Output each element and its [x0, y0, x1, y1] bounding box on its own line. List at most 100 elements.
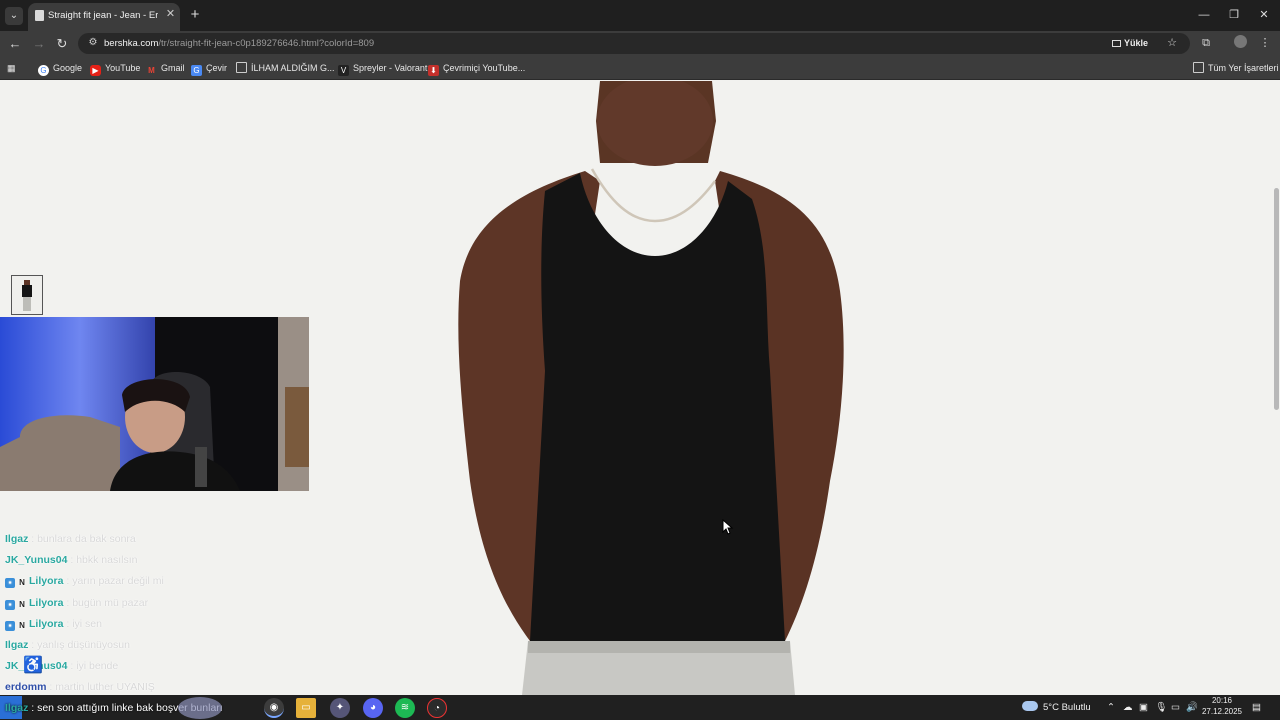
- chat-username: Ilgaz: [5, 702, 29, 714]
- install-icon: [1112, 40, 1121, 47]
- window-close-icon[interactable]: ✕: [1256, 7, 1272, 23]
- bookmark-folder-ilham[interactable]: İLHAM ALDIĞIM G...: [236, 62, 335, 75]
- chat-text: : bunlara da bak sonra: [28, 533, 136, 545]
- chat-message: ▪ N Lilyora : yarın pazar değil mi: [5, 574, 164, 588]
- tab-close-icon[interactable]: ✕: [164, 8, 177, 21]
- notifications-icon[interactable]: ▤: [1252, 700, 1266, 715]
- bookmark-star-icon[interactable]: ☆: [1164, 35, 1180, 51]
- extensions-icon[interactable]: ⧉: [1198, 35, 1214, 51]
- clock-time[interactable]: 20:16: [1200, 696, 1244, 706]
- site-info-icon[interactable]: ⚙: [87, 37, 99, 49]
- app-taskbar-icon[interactable]: ✦: [330, 698, 350, 718]
- network-icon[interactable]: ▭: [1171, 700, 1183, 715]
- accessibility-icon[interactable]: ♿: [23, 656, 43, 676]
- weather-text: 5°C Bulutlu: [1043, 702, 1091, 713]
- volume-icon[interactable]: 🔊: [1186, 700, 1198, 715]
- bookmark-translate[interactable]: G Çevir: [191, 62, 228, 76]
- bookmark-label: YouTube: [105, 63, 141, 73]
- mouse-cursor-icon: [722, 519, 734, 535]
- chat-username: erdomm: [5, 681, 47, 693]
- discord-icon[interactable]: ◕: [363, 698, 383, 718]
- chat-text: : yanlış düşünüyosun: [28, 639, 130, 651]
- product-thumbnail[interactable]: [11, 275, 43, 315]
- chat-message: erdomm : martin luther UYANIŞ: [5, 680, 155, 694]
- n-badge-icon: N: [19, 600, 25, 609]
- clock-date[interactable]: 27.12.2025: [1200, 707, 1244, 717]
- chat-username: JK_Yunus04: [5, 554, 68, 566]
- folder-icon: [1193, 62, 1204, 73]
- weather-widget[interactable]: 5°C Bulutlu: [1022, 700, 1091, 715]
- chat-message: Ilgaz : bunlara da bak sonra: [5, 532, 136, 546]
- bershka-favicon-icon: [35, 10, 44, 21]
- chat-username: Lilyora: [29, 618, 64, 630]
- profile-avatar-icon[interactable]: [1232, 35, 1248, 51]
- chat-username: Ilgaz: [5, 533, 29, 545]
- spotify-icon[interactable]: ≋: [395, 698, 415, 718]
- chat-text: : iyi sen: [63, 618, 102, 630]
- url-text[interactable]: bershka.com/tr/straight-fit-jean-c0p1892…: [104, 38, 804, 50]
- search-pill-icon[interactable]: [178, 697, 222, 719]
- subscriber-badge-icon: ▪: [5, 621, 15, 631]
- page-scrollbar-thumb[interactable]: [1274, 188, 1279, 410]
- chat-message: ▪ N Lilyora : iyi sen: [5, 617, 102, 631]
- tray-chevron-icon[interactable]: ⌃: [1107, 700, 1119, 715]
- forward-icon[interactable]: →: [30, 35, 48, 53]
- minimize-icon[interactable]: —: [1196, 7, 1212, 23]
- tray-device-icon[interactable]: ▣: [1139, 700, 1151, 715]
- bookmark-label: Google: [53, 63, 83, 73]
- bookmark-valorant[interactable]: V Spreyler - Valorant: [338, 62, 428, 76]
- bookmark-label: İLHAM ALDIĞIM G...: [251, 63, 335, 73]
- youtube-icon: ▶: [90, 65, 101, 76]
- chat-message: JK_Yunus04 : hbkk nasılsın: [5, 553, 138, 567]
- all-bookmarks-label: Tüm Yer İşaretleri: [1208, 63, 1279, 73]
- bookmark-label: Gmail: [161, 63, 185, 73]
- url-host: bershka.com: [104, 38, 159, 49]
- chat-message: Ilgaz : yanlış düşünüyosun: [5, 638, 130, 652]
- bookmark-label: Çevir: [206, 63, 228, 73]
- bookmark-icon: ⬇: [428, 65, 439, 76]
- tab-search-icon[interactable]: ⌄: [5, 7, 23, 25]
- install-label: Yükle: [1124, 38, 1149, 48]
- bookmark-google[interactable]: G Google: [38, 62, 83, 76]
- google-icon: G: [38, 65, 49, 76]
- chat-username: Lilyora: [29, 597, 64, 609]
- webcam-overlay: [0, 317, 309, 491]
- subscriber-badge-icon: ▪: [5, 578, 15, 588]
- thumbnail-figure: [22, 280, 32, 311]
- install-app-button[interactable]: Yükle: [1112, 35, 1162, 52]
- chat-username: Ilgaz: [5, 639, 29, 651]
- url-path: /tr/straight-fit-jean-c0p189276646.html?…: [158, 38, 375, 49]
- tray-app-icon[interactable]: ☁: [1123, 700, 1135, 715]
- bookmark-gmail[interactable]: M Gmail: [146, 62, 185, 75]
- apps-grid-icon[interactable]: ▦: [7, 62, 21, 75]
- folder-icon: [236, 62, 247, 73]
- menu-kebab-icon[interactable]: ⋮: [1257, 35, 1273, 51]
- n-badge-icon: N: [19, 578, 25, 587]
- chat-text: : iyi bende: [67, 660, 119, 672]
- chat-text: : hbkk nasılsın: [67, 554, 138, 566]
- back-icon[interactable]: ←: [6, 35, 24, 53]
- microphone-icon[interactable]: 🎙: [1155, 700, 1167, 715]
- app-taskbar-icon-2[interactable]: ◔: [427, 698, 447, 718]
- new-tab-icon[interactable]: +: [188, 7, 202, 23]
- translate-icon: G: [191, 65, 202, 76]
- chat-message: JK_Yunus04 : iyi bende: [5, 659, 118, 673]
- bookmark-online-youtube[interactable]: ⬇ Çevrimiçi YouTube...: [428, 62, 526, 76]
- restore-icon[interactable]: ❐: [1226, 7, 1242, 23]
- gmail-icon: M: [148, 66, 155, 75]
- n-badge-icon: N: [19, 621, 25, 630]
- bookmark-label: Spreyler - Valorant: [353, 63, 428, 73]
- file-explorer-icon[interactable]: ▭: [296, 698, 316, 718]
- subscriber-badge-icon: ▪: [5, 600, 15, 610]
- cloud-icon: [1022, 701, 1038, 711]
- webcam-feed: [0, 317, 309, 491]
- all-bookmarks-folder[interactable]: Tüm Yer İşaretleri: [1193, 62, 1279, 75]
- tab-title[interactable]: Straight fit jean - Jean - Erkek |: [48, 10, 158, 22]
- chrome-taskbar-icon[interactable]: ◉: [264, 698, 284, 718]
- chat-text: : martin luther UYANIŞ: [46, 681, 155, 693]
- bookmark-label: Çevrimiçi YouTube...: [443, 63, 526, 73]
- chat-text: : bugün mü pazar: [63, 597, 149, 609]
- chat-username: Lilyora: [29, 575, 64, 587]
- bookmark-youtube[interactable]: ▶ YouTube: [90, 62, 141, 76]
- reload-icon[interactable]: ↻: [53, 35, 71, 53]
